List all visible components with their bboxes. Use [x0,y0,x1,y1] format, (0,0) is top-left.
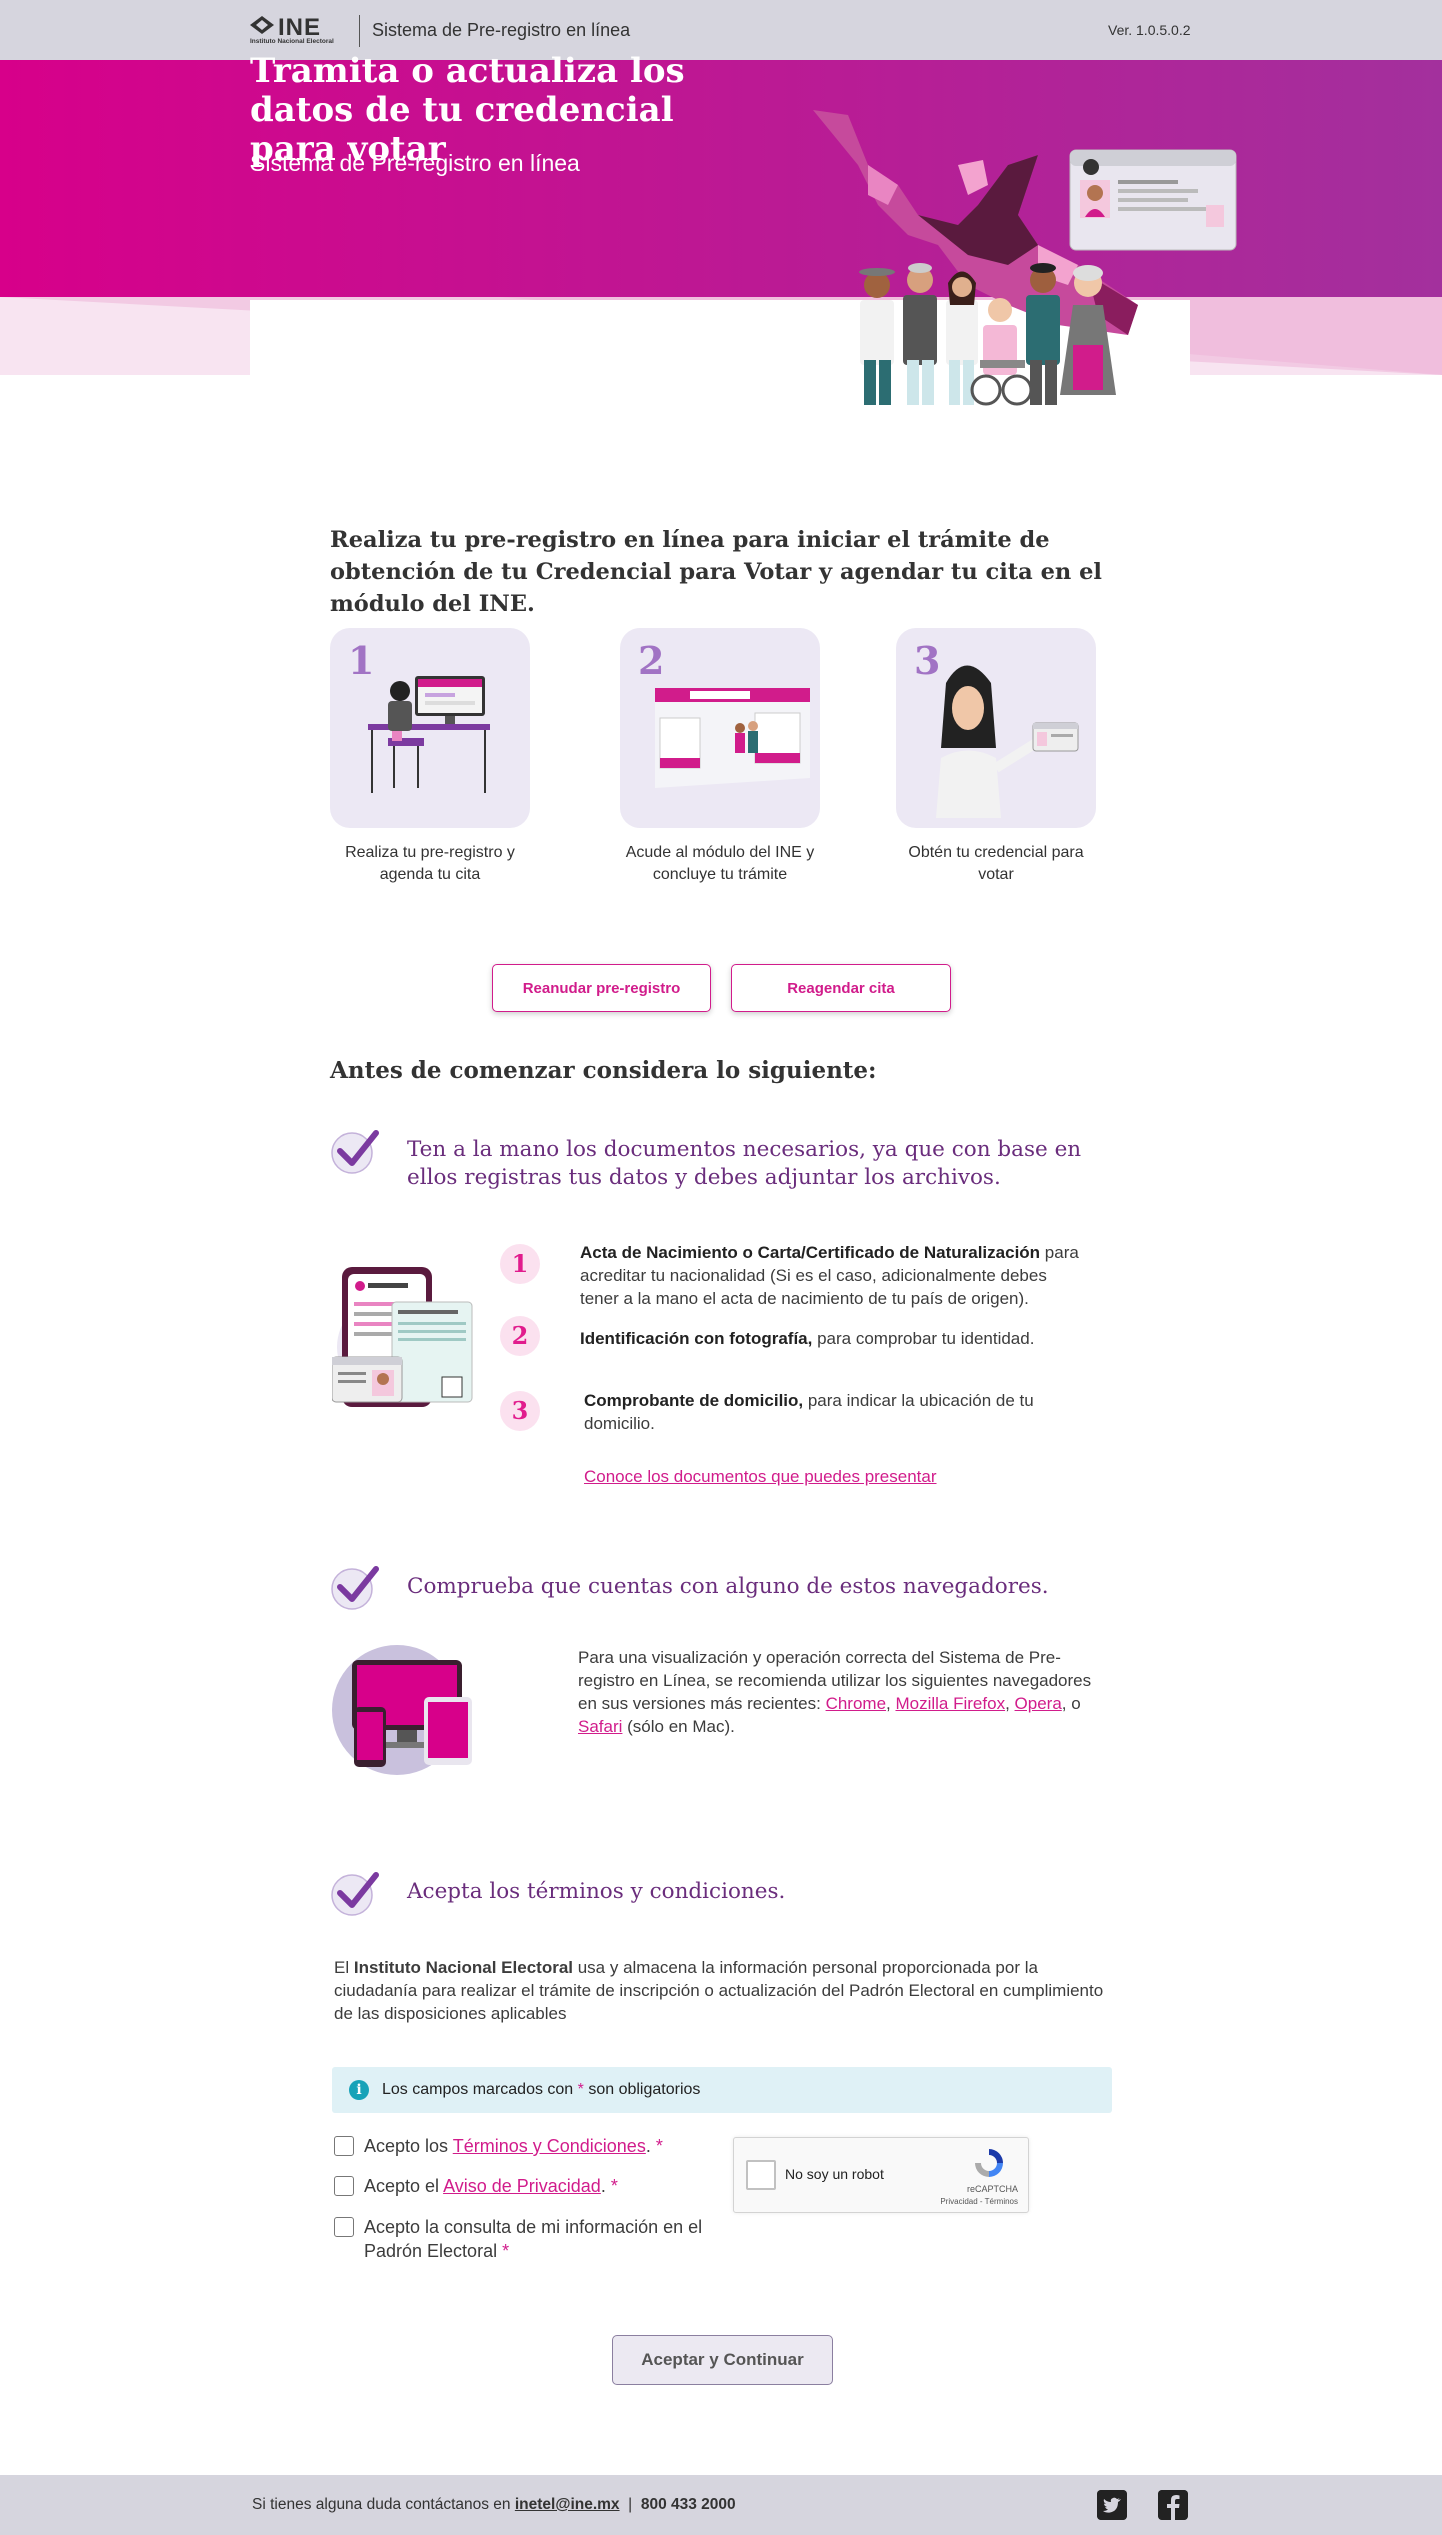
recaptcha-checkbox[interactable] [746,2160,776,2190]
privacy-checkbox-label: Acepto el Aviso de Privacidad. * [364,2174,724,2198]
safari-link[interactable]: Safari [578,1717,622,1736]
footer-contact: Si tienes alguna duda contáctanos en ine… [252,2496,736,2514]
privacy-notice-link[interactable]: Aviso de Privacidad [443,2176,601,2196]
document-item-2-desc: para comprobar tu identidad. [812,1329,1035,1348]
documents-section-title: Ten a la mano los documentos necesarios,… [407,1137,1082,1190]
browsers-separator: , [1005,1694,1015,1713]
document-number-3: 3 [500,1391,540,1431]
reschedule-appointment-button[interactable]: Reagendar cita [731,964,951,1012]
documents-illustration [332,1267,473,1407]
terms-conditions-link[interactable]: Términos y Condiciones [453,2136,646,2156]
footer-text: Si tienes alguna duda contáctanos en [252,2496,515,2513]
hero-people-map-illustration [813,110,1237,406]
recaptcha-label: No soy un robot [785,2166,884,2182]
document-number-1: 1 [500,1244,540,1284]
top-bar: INE Instituto Nacional Electoral Sistema… [0,0,1442,60]
header-title: Sistema de Pre-registro en línea [372,20,631,40]
recaptcha-terms-link[interactable]: Privacidad - Términos [940,2197,1018,2206]
label-text: Acepto los [364,2136,453,2156]
firefox-link[interactable]: Mozilla Firefox [895,1694,1005,1713]
contact-phone: 800 433 2000 [640,2496,736,2513]
opera-link[interactable]: Opera [1015,1694,1062,1713]
accept-continue-button[interactable]: Aceptar y Continuar [612,2335,833,2385]
devices-illustration [332,1645,472,1775]
checkmark-icon [331,1566,379,1610]
header-divider [359,15,360,47]
label-text: . [600,2176,611,2196]
footer-separator: | [628,2496,633,2513]
terms-checkbox-label: Acepto los Términos y Condiciones. * [364,2134,724,2158]
twitter-icon[interactable] [1097,2490,1127,2520]
documents-info-link[interactable]: Conoce los documentos que puedes present… [584,1465,937,1488]
woman-with-credential-illustration [936,665,1079,818]
recaptcha-logo-icon [975,2149,1003,2177]
document-number-2: 2 [500,1316,540,1356]
recaptcha-brand: reCAPTCHA [966,2184,1018,2194]
required-asterisk: * [610,2176,618,2196]
consult-checkbox[interactable] [334,2217,354,2237]
label-text: Acepto la consulta de mi información en … [364,2217,703,2261]
ine-logo[interactable]: INE Instituto Nacional Electoral [250,14,350,46]
label-text: . [645,2136,656,2156]
ine-module-illustration [655,688,810,788]
browsers-section-title: Comprueba que cuentas con alguno de esto… [407,1574,1049,1599]
consult-checkbox-label: Acepto la consulta de mi información en … [364,2215,724,2263]
logo-subtitle: Instituto Nacional Electoral [250,38,334,45]
required-asterisk: * [502,2241,510,2261]
info-icon: i [349,2080,369,2100]
terms-checkbox[interactable] [334,2136,354,2156]
alert-text: Los campos marcados con [382,2081,578,2098]
before-start-heading: Antes de comenzar considera lo siguiente… [330,1057,877,1084]
browsers-paragraph: Para una visualización y operación corre… [578,1646,1098,1738]
step-1-label: Realiza tu pre-registro y agenda tu cita [345,844,515,883]
required-asterisk: * [655,2136,663,2156]
recaptcha-widget: No soy un robot reCAPTCHA Privacidad - T… [733,2137,1029,2213]
id-card-illustration [1069,149,1237,251]
step-3-card: 3 [896,628,1096,828]
contact-email-link[interactable]: inetel@ine.mx [515,2496,620,2513]
intro-text: Realiza tu pre-registro en línea para in… [330,527,1102,617]
required-fields-text: Los campos marcados con * son obligatori… [382,2081,700,2099]
document-item-2: Identificación con fotografía, para comp… [580,1327,1080,1350]
privacy-paragraph: El Instituto Nacional Electoral usa y al… [334,1956,1114,2025]
step-3-label: Obtén tu credencial para votar [908,844,1084,883]
facebook-icon[interactable] [1158,2490,1188,2520]
document-item-3-title: Comprobante de domicilio, [584,1391,804,1410]
checkmark-icon [331,1872,379,1916]
chrome-link[interactable]: Chrome [826,1694,886,1713]
privacy-checkbox[interactable] [334,2176,354,2196]
document-item-1: Acta de Nacimiento o Carta/Certificado d… [580,1241,1080,1310]
document-item-1-title: Acta de Nacimiento o Carta/Certificado d… [580,1243,1041,1262]
label-text: Acepto el [364,2176,444,2196]
document-item-3: Comprobante de domicilio, para indicar l… [584,1389,1084,1435]
terms-section-title: Acepta los términos y condiciones. [407,1879,786,1904]
required-fields-alert: i Los campos marcados con * son obligato… [332,2067,1112,2113]
computer-user-illustration [368,676,490,793]
version-label: Ver. 1.0.5.0.2 [1108,22,1191,38]
hero-subtitle: Sistema de Pre-registro en línea [250,150,580,176]
privacy-text-prefix: El [334,1958,354,1977]
checkmark-icon [331,1130,379,1174]
step-2-card: 2 [620,628,820,828]
document-item-2-title: Identificación con fotografía, [580,1329,813,1348]
ine-logo-mark-icon [250,16,274,34]
browsers-text-end: (sólo en Mac). [622,1717,735,1736]
step-2-label: Acude al módulo del INE y concluye tu tr… [625,844,815,883]
resume-preregistration-button[interactable]: Reanudar pre-registro [492,964,711,1012]
institution-name: Instituto Nacional Electoral [353,1958,573,1977]
browsers-separator: , o [1061,1694,1081,1713]
step-1-card: 1 [330,628,530,828]
footer: Si tienes alguna duda contáctanos en ine… [0,2475,1442,2535]
alert-text-end: son obligatorios [583,2081,701,2098]
